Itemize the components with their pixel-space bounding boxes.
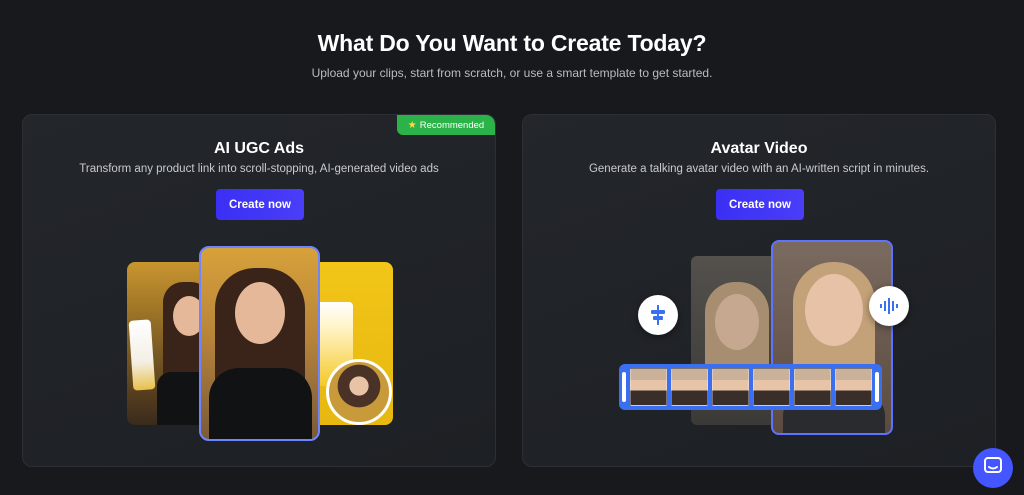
- timeline-frame: [711, 368, 749, 406]
- card-description: Generate a talking avatar video with an …: [588, 163, 930, 175]
- timeline-frame: [793, 368, 831, 406]
- ai-ugc-ads-card[interactable]: ★ Recommended AI UGC Ads Transform any p…: [22, 114, 496, 467]
- page-title: What Do You Want to Create Today?: [317, 30, 707, 56]
- timeline-frame: [629, 368, 667, 406]
- avatar-video-card[interactable]: Avatar Video Generate a talking avatar v…: [522, 114, 996, 467]
- card-title: Avatar Video: [710, 140, 808, 157]
- create-now-button[interactable]: Create now: [216, 189, 304, 220]
- audio-wave-icon: [869, 286, 909, 326]
- star-icon: ★: [407, 119, 417, 131]
- recommended-badge: ★ Recommended: [397, 115, 495, 135]
- timeline-frame: [834, 368, 872, 406]
- card-title: AI UGC Ads: [213, 140, 305, 157]
- timeline-left-handle[interactable]: [622, 372, 626, 402]
- video-timeline-strip[interactable]: [619, 364, 882, 410]
- ugc-avatar-thumbnail: [326, 359, 392, 425]
- timeline-frame: [670, 368, 708, 406]
- chat-button[interactable]: [973, 448, 1013, 488]
- timeline-icon: [638, 295, 678, 335]
- timeline-right-handle[interactable]: [875, 372, 879, 402]
- chat-icon: [983, 456, 1003, 481]
- card-description: Transform any product link into scroll-s…: [79, 163, 439, 175]
- page-subtitle: Upload your clips, start from scratch, o…: [311, 66, 713, 80]
- timeline-frame: [752, 368, 790, 406]
- create-now-button[interactable]: Create now: [716, 189, 804, 220]
- ugc-preview-main-image: [199, 246, 320, 441]
